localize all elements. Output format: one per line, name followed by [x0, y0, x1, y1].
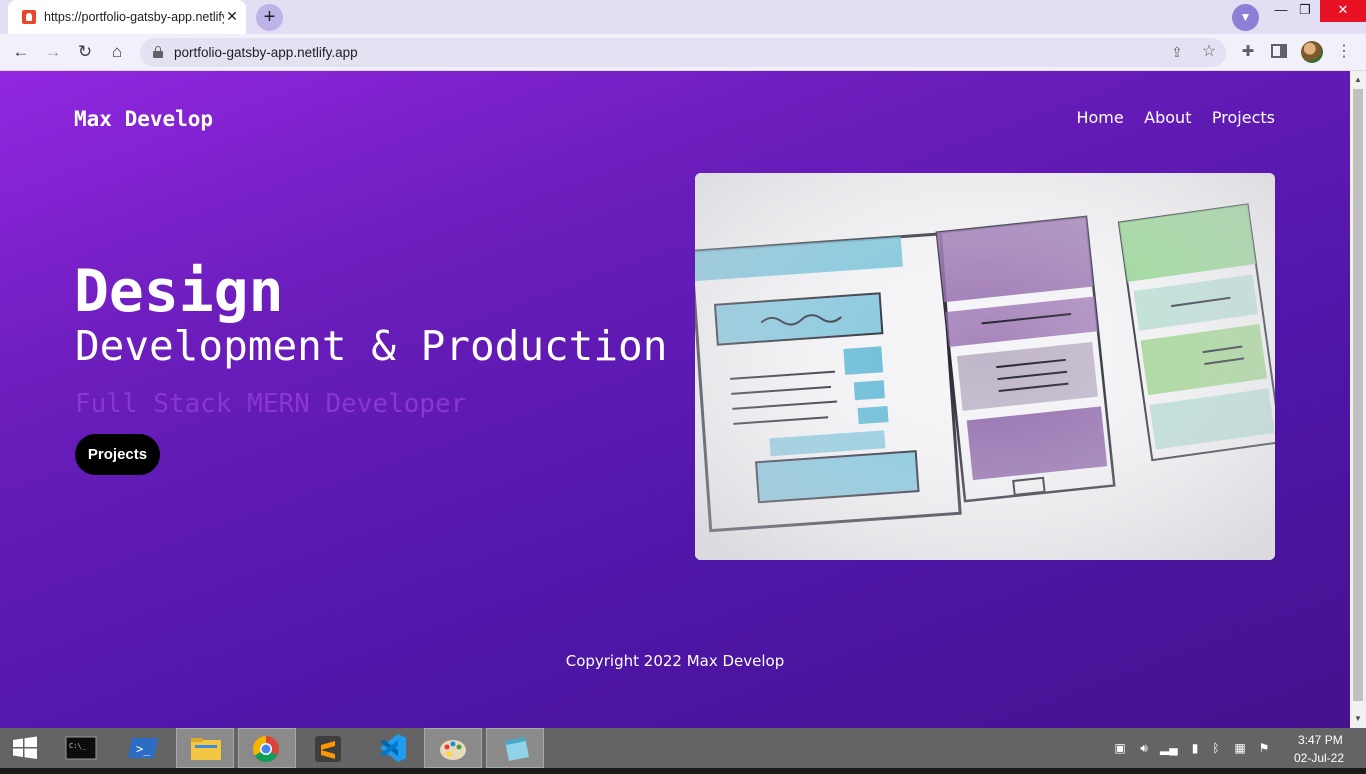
taskbar-notepad-icon[interactable] [486, 728, 544, 768]
browser-toolbar: ← → ↻ ⌂ portfolio-gatsby-app.netlify.app… [0, 34, 1366, 71]
page-viewport: Max Develop Home About Projects Design D… [0, 71, 1350, 728]
scroll-down-arrow-icon[interactable]: ▼ [1354, 714, 1362, 723]
taskbar-paint-icon[interactable] [424, 728, 482, 768]
scrollbar-thumb[interactable] [1353, 89, 1363, 701]
nav-link-projects[interactable]: Projects [1212, 108, 1275, 127]
hero-wireframe-sketch-image [695, 173, 1275, 560]
svg-text:>_: >_ [136, 742, 151, 756]
svg-text:C:\_: C:\_ [69, 742, 87, 750]
tab-title: https://portfolio-gatsby-app.netlify.app [44, 10, 224, 24]
share-icon[interactable]: ⇪ [1166, 41, 1188, 63]
home-icon[interactable]: ⌂ [104, 39, 130, 65]
windows-taskbar: C:\_ >_ ▣ 🔊︎ ▂▄ ▮ ᛒ ▦ ⚑ 3:47 PM 02-Jul-2… [0, 728, 1366, 768]
profile-avatar[interactable] [1301, 41, 1323, 63]
battery-icon[interactable]: ▮ [1187, 740, 1203, 756]
taskbar-chrome-icon[interactable] [238, 728, 296, 768]
taskbar-file-explorer-icon[interactable] [176, 728, 234, 768]
bookmark-star-icon[interactable]: ☆ [1198, 41, 1220, 63]
action-center-flag-icon[interactable]: ⚑ [1256, 740, 1272, 756]
reload-icon[interactable]: ↻ [72, 39, 98, 65]
tab-close-icon[interactable]: ✕ [224, 8, 240, 24]
browser-tab-bar: https://portfolio-gatsby-app.netlify.app… [0, 0, 1366, 34]
clock-date[interactable]: 02-Jul-22 [1294, 751, 1344, 765]
forward-arrow-icon[interactable]: → [40, 39, 66, 65]
browser-tab-active[interactable]: https://portfolio-gatsby-app.netlify.app… [8, 0, 246, 34]
footer-copyright: Copyright 2022 Max Develop [565, 652, 785, 670]
taskbar-vscode-icon[interactable] [362, 728, 420, 768]
wireframe-sketch-illustration [695, 173, 1275, 560]
taskbar-powershell-icon[interactable]: >_ [114, 728, 172, 768]
clock-time[interactable]: 3:47 PM [1298, 733, 1343, 747]
hero-heading: Design [74, 257, 284, 325]
site-brand-logo[interactable]: Max Develop [74, 107, 213, 131]
volume-icon[interactable]: 🔊︎ [1136, 740, 1152, 756]
site-nav: Home About Projects [1060, 108, 1275, 128]
site-favicon-icon [22, 10, 36, 24]
tray-network-app-icon[interactable]: ▣ [1112, 740, 1128, 756]
scroll-up-arrow-icon[interactable]: ▲ [1354, 75, 1362, 84]
start-button[interactable] [0, 728, 50, 768]
url-text[interactable]: portfolio-gatsby-app.netlify.app [174, 45, 358, 60]
projects-button[interactable]: Projects [75, 434, 160, 475]
hero-role-text: Full Stack MERN Developer [75, 389, 467, 419]
back-arrow-icon[interactable]: ← [8, 39, 34, 65]
nav-link-about[interactable]: About [1144, 108, 1191, 127]
windows-logo-icon [13, 736, 37, 759]
taskbar-sublime-icon[interactable] [300, 728, 358, 768]
new-tab-button[interactable]: + [256, 4, 283, 31]
nav-link-home[interactable]: Home [1076, 108, 1123, 127]
signal-icon[interactable]: ▂▄ [1160, 740, 1178, 756]
menu-kebab-icon[interactable]: ⋮ [1334, 42, 1354, 62]
address-bar[interactable]: portfolio-gatsby-app.netlify.app ⇪ ☆ [140, 38, 1226, 67]
taskbar-cmd-icon[interactable]: C:\_ [52, 728, 110, 768]
bluetooth-icon[interactable]: ᛒ [1208, 740, 1224, 756]
side-panel-icon[interactable] [1271, 44, 1287, 58]
hero-subheading: Development & Production [75, 322, 668, 370]
extensions-puzzle-icon[interactable]: ✚ [1238, 42, 1258, 62]
page-scrollbar[interactable]: ▲ ▼ [1350, 71, 1366, 728]
tray-display-icon[interactable]: ▦ [1232, 740, 1248, 756]
lock-icon[interactable] [153, 46, 163, 58]
window-close-button[interactable]: ✕ [1320, 0, 1366, 22]
tab-search-chevron-icon[interactable]: ▼ [1232, 4, 1259, 31]
